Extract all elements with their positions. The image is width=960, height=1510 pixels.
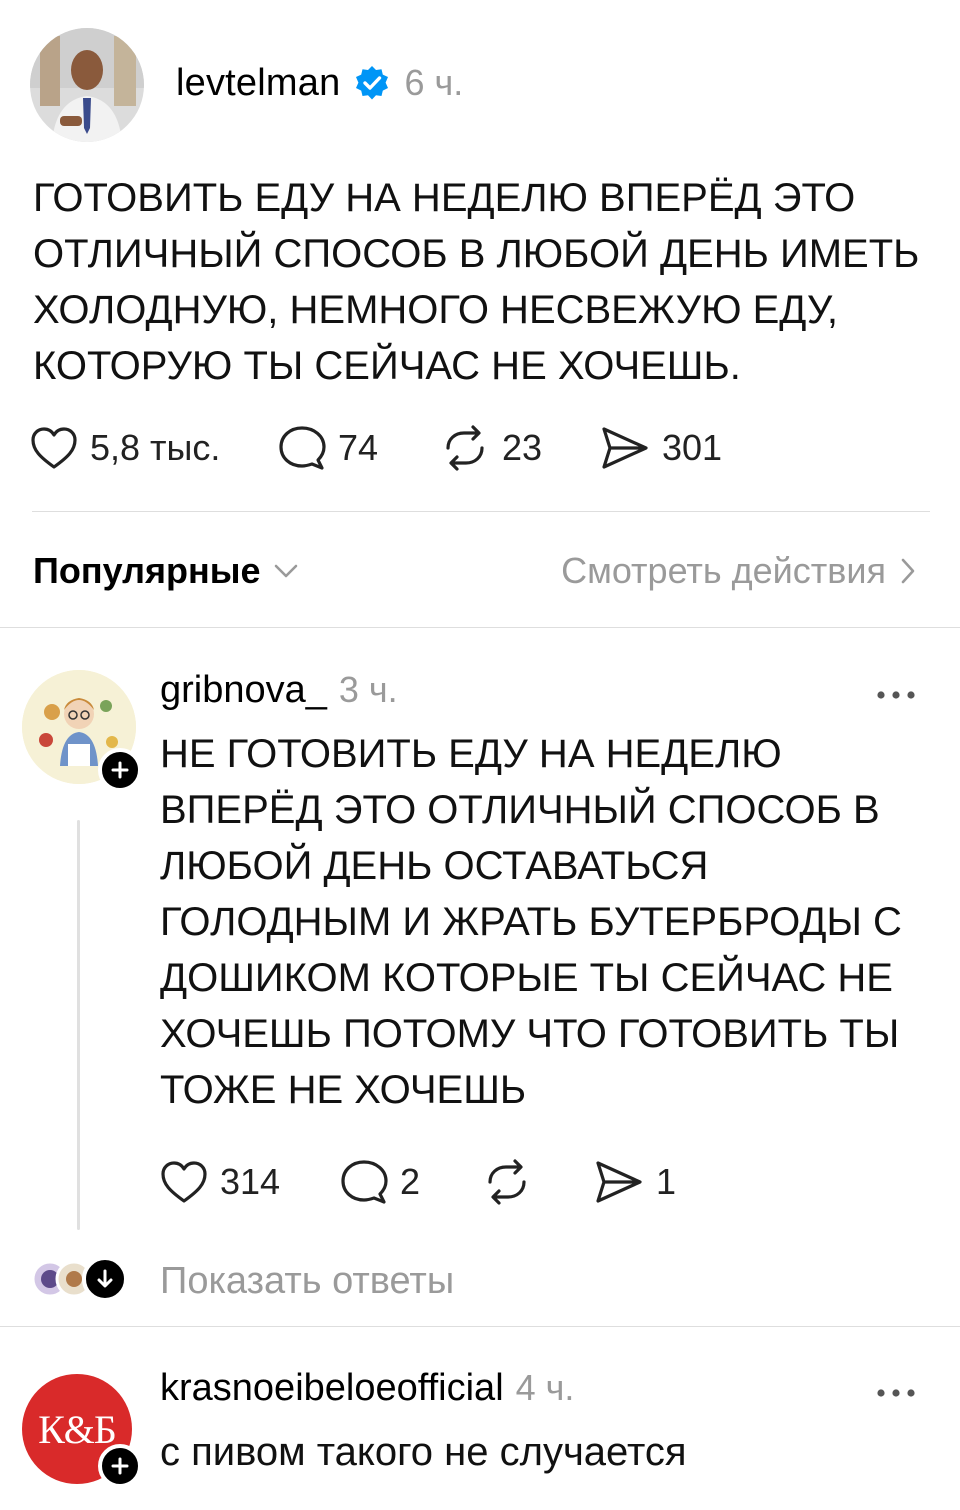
send-icon	[602, 427, 648, 469]
plus-icon	[111, 761, 129, 779]
more-icon	[877, 691, 915, 699]
reply-time: 3 ч.	[338, 669, 398, 710]
reply-header: gribnova_ 3 ч.	[160, 666, 398, 714]
reply-text: НЕ ГОТОВИТЬ ЕДУ НА НЕДЕЛЮ ВПЕРЁД ЭТО ОТЛ…	[160, 732, 902, 1112]
reply-time: 4 ч.	[515, 1367, 575, 1408]
more-icon	[877, 1389, 915, 1397]
repost-icon	[446, 425, 484, 471]
arrow-down-icon	[97, 1269, 113, 1288]
reply-username[interactable]: gribnova_	[160, 669, 327, 712]
view-activity-label: Смотреть действия	[561, 550, 886, 591]
share-button[interactable]: 301	[600, 420, 722, 476]
thread-line	[77, 820, 80, 1230]
comment-count: 2	[400, 1161, 421, 1202]
reply-username[interactable]: krasnoeibeloeofficial	[160, 1367, 504, 1410]
divider	[0, 1326, 960, 1327]
like-button[interactable]: 314	[160, 1154, 280, 1210]
reply-header: krasnoeibeloeofficial 4 ч.	[160, 1364, 574, 1412]
more-options-button[interactable]	[876, 1376, 916, 1398]
brand-logo: К&Б	[38, 1406, 117, 1452]
view-activity-link[interactable]: Смотреть действия	[561, 546, 916, 596]
like-count: 314	[220, 1161, 281, 1202]
comment-icon	[341, 1160, 388, 1204]
divider	[0, 627, 960, 628]
post-username[interactable]: levtelman	[176, 62, 340, 105]
chevron-right-icon	[901, 558, 915, 584]
heart-icon	[31, 427, 77, 469]
repost-count: 23	[502, 427, 543, 468]
send-icon	[596, 1161, 642, 1203]
chevron-down-icon	[274, 564, 297, 578]
heart-icon	[161, 1161, 207, 1203]
comment-count: 74	[338, 427, 379, 468]
repost-icon	[488, 1159, 526, 1205]
reply-action-bar: 314 2 1	[160, 1154, 860, 1210]
plus-icon	[111, 1457, 129, 1475]
sort-dropdown[interactable]: Популярные	[33, 546, 299, 596]
verified-badge-icon	[354, 65, 390, 101]
follow-plus-button[interactable]	[98, 748, 142, 792]
post-time: 6 ч.	[404, 62, 464, 103]
divider	[32, 511, 930, 512]
share-count: 301	[662, 427, 723, 468]
comment-icon	[279, 426, 326, 470]
comment-button[interactable]: 2	[340, 1154, 420, 1210]
repost-button[interactable]: 23	[440, 420, 542, 476]
sort-label: Популярные	[33, 550, 261, 591]
share-count: 1	[656, 1161, 677, 1202]
like-count: 5,8 тыс.	[90, 427, 221, 468]
repost-button[interactable]	[482, 1154, 544, 1210]
like-button[interactable]: 5,8 тыс.	[30, 420, 220, 476]
follow-plus-button[interactable]	[98, 1444, 142, 1488]
post-author-avatar[interactable]	[30, 28, 144, 142]
post-text: ГОТОВИТЬ ЕДУ НА НЕДЕЛЮ ВПЕРЁД ЭТО ОТЛИЧН…	[33, 176, 920, 388]
reply-text: с пивом такого не случается	[160, 1430, 687, 1474]
share-button[interactable]: 1	[594, 1154, 676, 1210]
show-replies-link[interactable]: Показать ответы	[160, 1256, 454, 1306]
post-action-bar: 5,8 тыс. 74 23 301	[30, 420, 930, 476]
post-header: levtelman 6 ч.	[176, 58, 463, 108]
more-options-button[interactable]	[876, 678, 916, 700]
expand-replies-button[interactable]	[82, 1256, 128, 1302]
comment-button[interactable]: 74	[278, 420, 378, 476]
